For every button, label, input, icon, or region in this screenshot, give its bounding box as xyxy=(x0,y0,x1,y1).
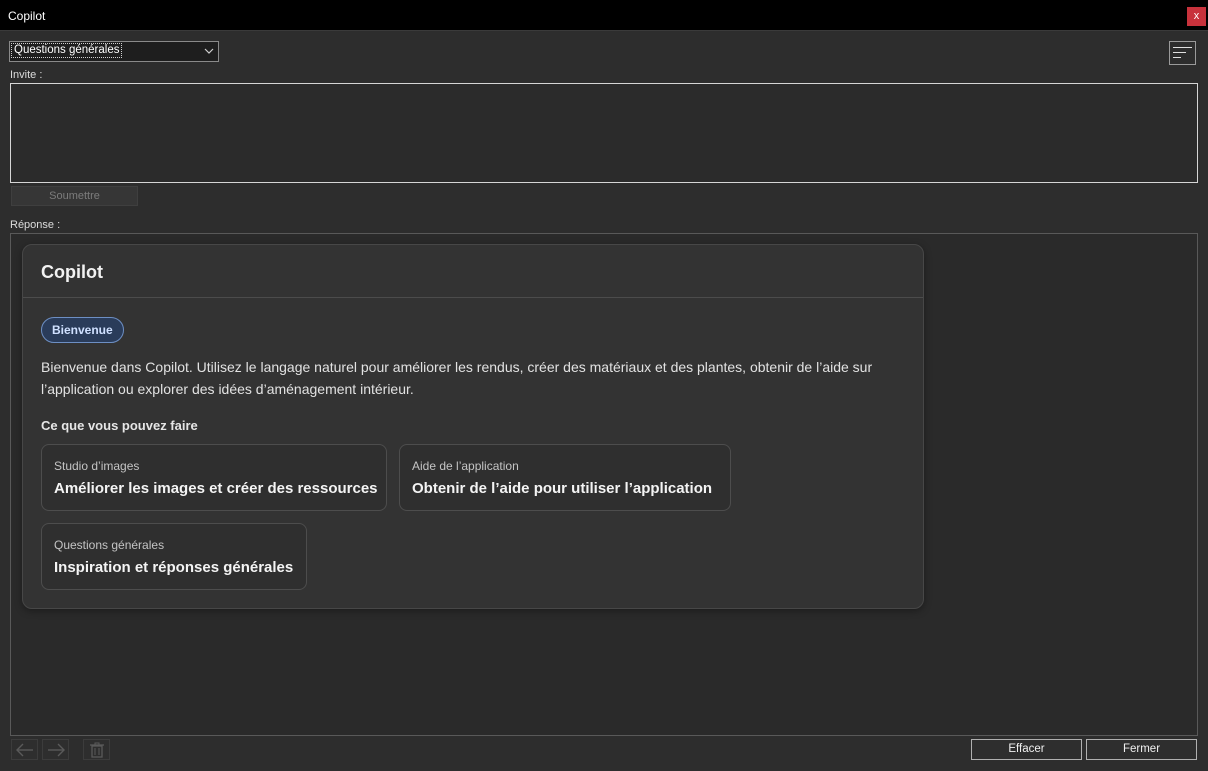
option-image-studio[interactable]: Studio d’images Améliorer les images et … xyxy=(41,444,387,511)
clear-button[interactable]: Effacer xyxy=(971,739,1082,760)
chevron-down-icon xyxy=(204,48,214,54)
sort-lines-icon xyxy=(1173,47,1192,58)
section-heading: Ce que vous pouvez faire xyxy=(41,418,198,433)
window-title: Copilot xyxy=(8,9,46,23)
card-divider xyxy=(23,297,923,298)
submit-button[interactable]: Soumettre xyxy=(11,186,138,206)
option-title: Améliorer les images et créer des ressou… xyxy=(54,480,378,497)
back-button[interactable] xyxy=(11,739,38,760)
prompt-textarea[interactable] xyxy=(10,83,1198,183)
option-category: Studio d’images xyxy=(54,459,140,473)
option-title: Obtenir de l’aide pour utiliser l’applic… xyxy=(412,480,713,497)
intro-text: Bienvenue dans Copilot. Utilisez le lang… xyxy=(41,359,873,397)
close-button[interactable]: Fermer xyxy=(1086,739,1197,760)
response-panel: Copilot Bienvenue Bienvenue dans Copilot… xyxy=(10,233,1198,736)
option-app-help[interactable]: Aide de l’application Obtenir de l’aide … xyxy=(399,444,731,511)
arrow-right-icon xyxy=(48,743,65,757)
mode-dropdown[interactable]: Questions générales xyxy=(9,41,219,62)
card-title: Copilot xyxy=(41,262,103,282)
mode-dropdown-value: Questions générales xyxy=(10,43,123,58)
option-category: Aide de l’application xyxy=(412,459,519,473)
sort-menu-button[interactable] xyxy=(1169,41,1196,65)
prompt-label: Invite : xyxy=(10,69,43,81)
option-general-questions[interactable]: Questions générales Inspiration et répon… xyxy=(41,523,307,590)
option-title: Inspiration et réponses générales xyxy=(54,559,294,576)
welcome-card: Copilot Bienvenue Bienvenue dans Copilot… xyxy=(22,244,924,609)
forward-button[interactable] xyxy=(42,739,69,760)
close-window-button[interactable]: x xyxy=(1187,7,1206,26)
welcome-badge: Bienvenue xyxy=(41,317,124,343)
response-label: Réponse : xyxy=(10,219,61,231)
option-category: Questions générales xyxy=(54,538,165,552)
trash-icon xyxy=(90,742,104,758)
arrow-left-icon xyxy=(16,743,33,757)
title-bar: Copilot x xyxy=(0,0,1208,31)
delete-button[interactable] xyxy=(83,739,110,760)
